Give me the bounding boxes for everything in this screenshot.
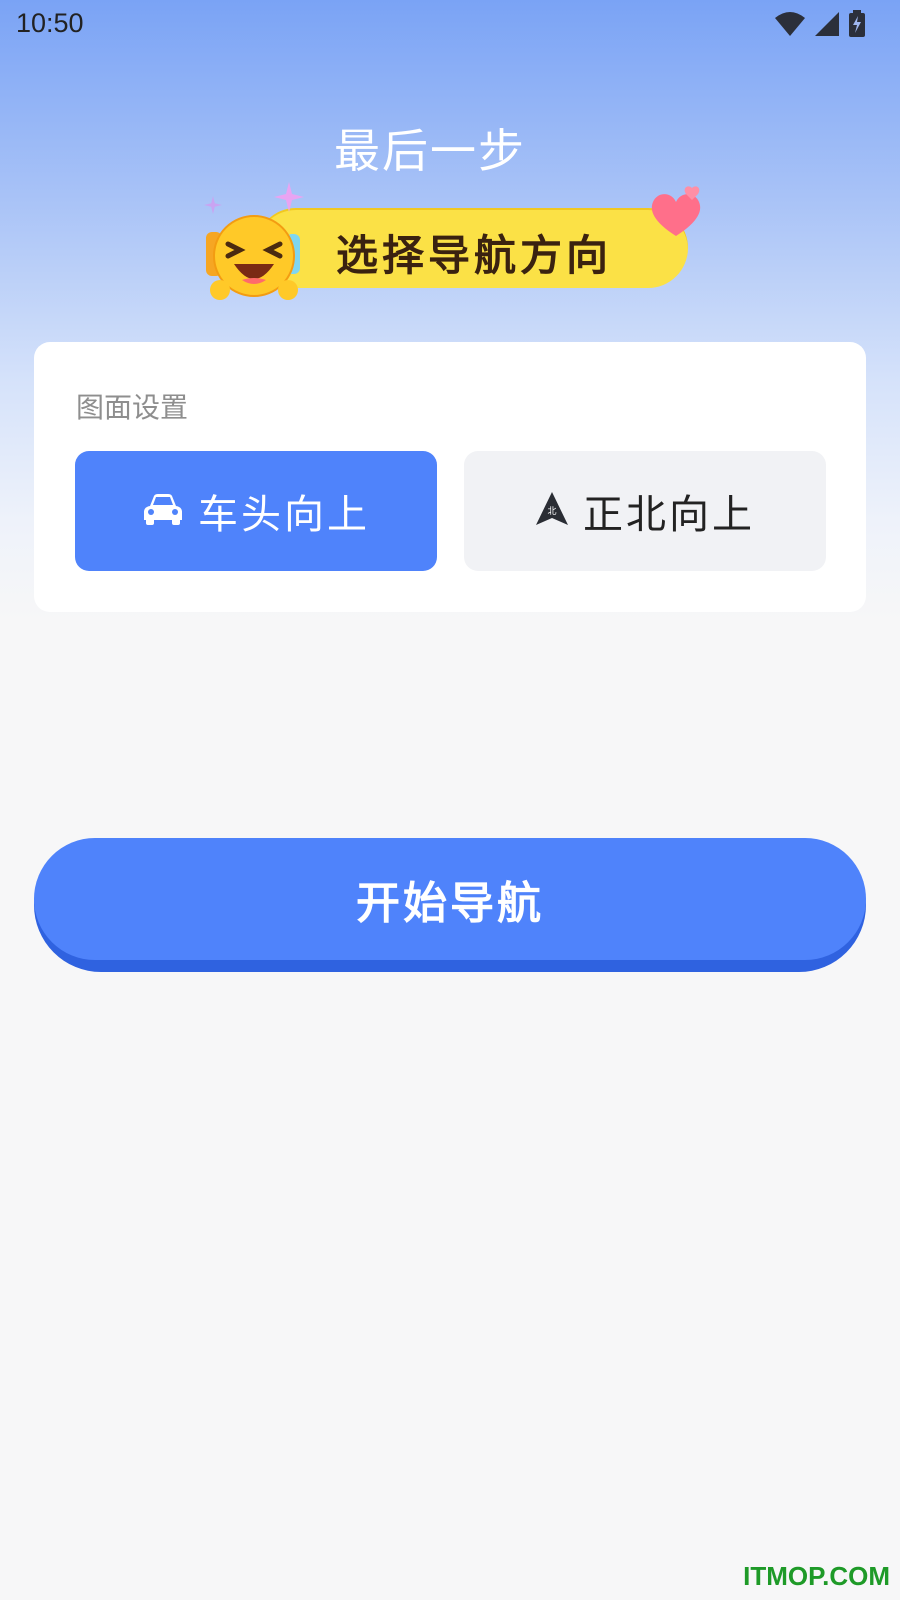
svg-text:北: 北 — [547, 506, 556, 517]
heart-icon — [646, 182, 706, 242]
battery-charging-icon — [848, 10, 866, 38]
north-arrow-icon: 北 — [535, 491, 569, 531]
signal-icon — [814, 11, 840, 37]
wifi-icon — [774, 11, 806, 37]
heading-up-label: 车头向上 — [198, 492, 370, 538]
banner-text: 选择导航方向 — [336, 231, 613, 280]
north-up-label: 正北向上 — [583, 492, 755, 538]
sparkle-icon — [204, 196, 222, 218]
start-navigation-button-face[interactable]: 开始导航 — [34, 838, 866, 960]
car-icon — [142, 492, 184, 530]
laughing-emoji-icon — [204, 204, 304, 304]
direction-banner: 选择导航方向 — [196, 182, 706, 300]
page-title: 最后一步 — [334, 124, 526, 178]
watermark: ITMOP.COM — [743, 1561, 890, 1591]
north-up-option[interactable]: 北 正北向上 — [464, 451, 826, 571]
start-navigation-button[interactable]: 开始导航 — [34, 838, 866, 972]
heading-up-option[interactable]: 车头向上 — [75, 451, 437, 571]
start-navigation-label: 开始导航 — [356, 878, 544, 929]
sparkle-icon — [274, 182, 304, 216]
card-label: 图面设置 — [76, 391, 189, 424]
status-time: 10:50 — [16, 8, 84, 38]
status-icons — [774, 10, 866, 38]
status-bar: 10:50 — [0, 0, 900, 52]
map-display-settings-card: 图面设置 车头向上 北 正北向上 — [34, 342, 866, 612]
